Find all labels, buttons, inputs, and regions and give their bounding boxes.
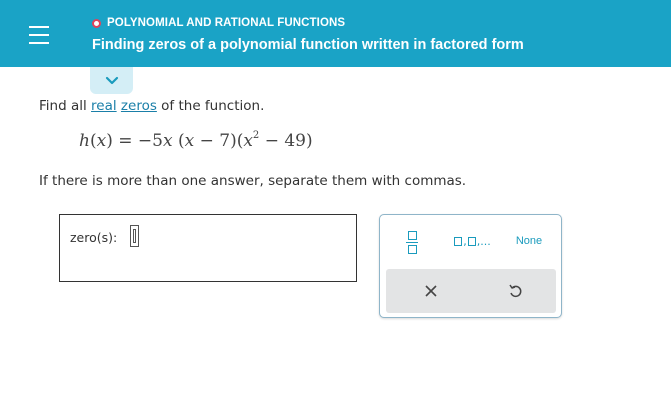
undo-button[interactable]	[500, 277, 530, 305]
menu-icon[interactable]	[29, 26, 49, 44]
fraction-bar-icon	[406, 241, 418, 243]
zeros-link[interactable]: zeros	[121, 98, 157, 114]
answer-cursor[interactable]	[130, 225, 139, 247]
question-prompt: Find all real zeros of the function.	[39, 98, 264, 114]
function-equation: h(x) = −5x (x − 7)(x2 − 49)	[79, 130, 313, 151]
answer-instruction: If there is more than one answer, separa…	[39, 173, 467, 189]
fraction-button[interactable]	[400, 227, 424, 257]
list-suffix: ,...	[476, 234, 491, 248]
collapse-button[interactable]	[90, 67, 133, 94]
topic-status-icon	[92, 18, 101, 28]
answer-input[interactable]: zero(s):	[59, 214, 357, 282]
palette-actions	[386, 269, 556, 313]
prompt-text-end: of the function.	[156, 98, 265, 114]
topic-label: POLYNOMIAL AND RATIONAL FUNCTIONS	[107, 17, 346, 29]
list-box-icon	[467, 236, 476, 246]
page-title: Finding zeros of a polynomial function w…	[92, 37, 524, 53]
eq-factor1-rest: − 7	[194, 131, 231, 151]
clear-button[interactable]	[416, 277, 446, 305]
fraction-numerator-icon	[407, 230, 417, 240]
close-icon	[425, 285, 437, 297]
math-palette: ,,... None	[379, 214, 562, 318]
top-bar: POLYNOMIAL AND RATIONAL FUNCTIONS Findin…	[0, 0, 671, 67]
chevron-down-icon	[105, 76, 118, 85]
topic-row: POLYNOMIAL AND RATIONAL FUNCTIONS	[92, 17, 345, 29]
eq-factor2-rest: − 49	[259, 131, 306, 151]
list-box-icon	[454, 236, 463, 246]
none-button[interactable]: None	[510, 230, 548, 252]
eq-factor2-var: x	[243, 131, 253, 151]
answer-label: zero(s):	[70, 230, 118, 245]
list-comma: ,	[463, 234, 467, 248]
eq-lhs-var: x	[96, 131, 107, 151]
eq-func-name: h	[79, 131, 90, 151]
list-button[interactable]: ,,...	[450, 230, 494, 252]
fraction-denominator-icon	[407, 244, 417, 254]
prompt-text: Find all	[39, 98, 92, 114]
real-link[interactable]: real	[91, 98, 117, 114]
eq-coeff: = −5	[118, 131, 163, 151]
eq-var: x	[162, 131, 173, 151]
undo-icon	[509, 284, 522, 298]
eq-factor1-var: x	[184, 131, 195, 151]
